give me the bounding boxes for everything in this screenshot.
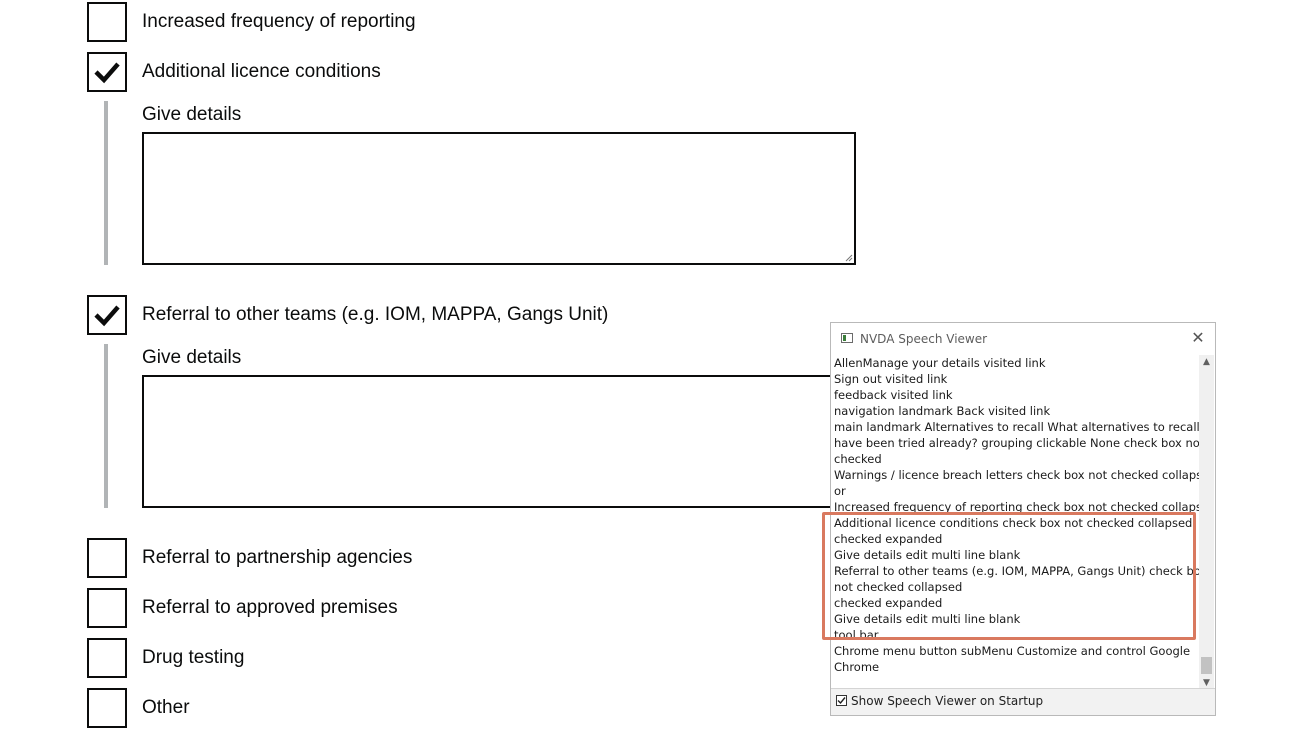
conditional-reveal-bar: [104, 344, 108, 508]
checkbox-label: Increased frequency of reporting: [142, 11, 416, 32]
checkbox[interactable]: [87, 295, 127, 335]
speech-line: checked expanded: [834, 532, 943, 546]
checkbox[interactable]: [87, 538, 127, 578]
details-textarea[interactable]: [142, 132, 856, 265]
scroll-thumb[interactable]: [1201, 657, 1212, 674]
speech-line: checked: [834, 452, 882, 466]
speech-line: Chrome menu button subMenu Customize and…: [834, 644, 1191, 658]
conditional-reveal-bar: [104, 101, 108, 265]
speech-line: Chrome: [834, 660, 880, 674]
details-textarea[interactable]: [142, 375, 856, 508]
speech-line: Warnings / licence breach letters check …: [834, 468, 1200, 482]
option-other[interactable]: Other: [87, 688, 207, 728]
check-icon: [94, 62, 120, 84]
checkbox[interactable]: [87, 52, 127, 92]
scroll-up-icon[interactable]: ▲: [1199, 355, 1214, 370]
app-icon: [841, 333, 853, 343]
checkbox-label: Additional licence conditions: [142, 61, 381, 82]
speech-line: have been tried already? grouping clicka…: [834, 436, 1200, 450]
speech-line: Give details edit multi line blank: [834, 612, 1021, 626]
give-details-label: Give details: [142, 104, 242, 125]
window-titlebar[interactable]: NVDA Speech Viewer ✕: [831, 323, 1215, 354]
vertical-scrollbar[interactable]: ▲ ▼: [1199, 355, 1214, 691]
checkbox[interactable]: [87, 2, 127, 42]
checkbox[interactable]: [87, 638, 127, 678]
close-icon[interactable]: ✕: [1189, 329, 1207, 347]
speech-line: or: [834, 484, 846, 498]
option-drug-testing[interactable]: Drug testing: [87, 638, 257, 678]
option-referral-partnership[interactable]: Referral to partnership agencies: [87, 538, 417, 578]
speech-line: feedback visited link: [834, 388, 953, 402]
give-details-label: Give details: [142, 347, 242, 368]
speech-line: tool bar: [834, 628, 879, 642]
nvda-speech-viewer-window: NVDA Speech Viewer ✕ AllenManage your de…: [830, 322, 1216, 716]
speech-line: Give details edit multi line blank: [834, 548, 1021, 562]
speech-line: main landmark Alternatives to recall Wha…: [834, 420, 1200, 434]
speech-line: AllenManage your details visited link: [834, 356, 1046, 370]
check-icon: [837, 697, 846, 705]
checkbox-label: Referral to partnership agencies: [142, 547, 413, 568]
show-on-startup-label: Show Speech Viewer on Startup: [851, 694, 1044, 708]
checkbox-label: Drug testing: [142, 647, 245, 668]
option-additional-licence-conditions[interactable]: Additional licence conditions: [87, 52, 407, 92]
show-on-startup-checkbox[interactable]: [836, 695, 847, 706]
checkbox-label: Referral to approved premises: [142, 597, 398, 618]
check-icon: [94, 305, 120, 327]
speech-line: navigation landmark Back visited link: [834, 404, 1051, 418]
checkbox-label: Other: [142, 697, 190, 718]
speech-line: Referral to other teams (e.g. IOM, MAPPA…: [834, 564, 1200, 578]
checkbox[interactable]: [87, 688, 127, 728]
option-referral-other-teams[interactable]: Referral to other teams (e.g. IOM, MAPPA…: [87, 295, 609, 335]
speech-line: checked expanded: [834, 596, 943, 610]
resize-grip-icon[interactable]: [845, 254, 853, 262]
speech-line: Additional licence conditions check box …: [834, 516, 1193, 530]
window-title: NVDA Speech Viewer: [860, 332, 988, 346]
window-footer: Show Speech Viewer on Startup: [831, 688, 1215, 715]
speech-log[interactable]: AllenManage your details visited link Si…: [831, 355, 1200, 691]
speech-line: Increased frequency of reporting check b…: [834, 500, 1200, 514]
option-referral-approved-premises[interactable]: Referral to approved premises: [87, 588, 398, 628]
checkbox[interactable]: [87, 588, 127, 628]
option-increased-frequency[interactable]: Increased frequency of reporting: [87, 2, 427, 42]
speech-line: Sign out visited link: [834, 372, 948, 386]
speech-line: not checked collapsed: [834, 580, 963, 594]
checkbox-label: Referral to other teams (e.g. IOM, MAPPA…: [142, 304, 609, 325]
